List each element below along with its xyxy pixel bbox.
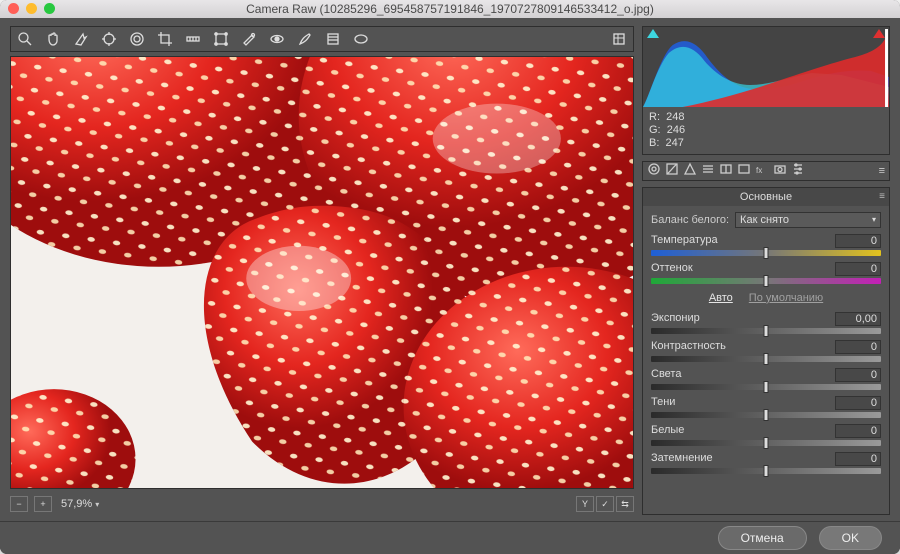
spot-removal-tool-icon[interactable]	[239, 29, 259, 49]
default-link[interactable]: По умолчанию	[749, 292, 823, 304]
basic-panel: Основные ≡ Баланс белого: Как снято ▾ Те…	[642, 187, 890, 515]
tab-presets-icon[interactable]	[791, 162, 805, 179]
radial-filter-icon[interactable]	[351, 29, 371, 49]
white-balance-tool-icon[interactable]	[71, 29, 91, 49]
minimize-icon[interactable]	[26, 3, 37, 14]
white-balance-row: Баланс белого: Как снято ▾	[651, 212, 881, 228]
zoom-level-dropdown[interactable]: 57,9% ▾	[58, 498, 102, 510]
temperature-slider[interactable]: Температура0	[651, 234, 881, 256]
ok-button[interactable]: OK	[819, 526, 882, 550]
cancel-button[interactable]: Отмена	[718, 526, 807, 550]
panel-tabs-menu-icon[interactable]: ≡	[879, 165, 885, 177]
zoom-out-button[interactable]: −	[10, 496, 28, 512]
redeye-tool-icon[interactable]	[267, 29, 287, 49]
bottom-bar: − + 57,9% ▾ Y ✓ ⇆	[10, 493, 634, 515]
toolbar	[10, 26, 634, 52]
histogram[interactable]	[643, 27, 889, 107]
preview-checkmark-button[interactable]: ✓	[596, 496, 614, 512]
graduated-filter-icon[interactable]	[323, 29, 343, 49]
rgb-readout: R: 248 G: 246 B: 247	[643, 107, 889, 154]
exposure-slider[interactable]: Экспонир0,00	[651, 312, 881, 334]
highlights-slider[interactable]: Света0	[651, 368, 881, 390]
color-sampler-tool-icon[interactable]	[99, 29, 119, 49]
white-balance-select[interactable]: Как снято ▾	[735, 212, 881, 228]
tab-lens-icon[interactable]	[737, 162, 751, 179]
tint-slider[interactable]: Оттенок0	[651, 262, 881, 284]
adjustment-brush-icon[interactable]	[295, 29, 315, 49]
footer: Отмена OK	[0, 521, 900, 554]
shadows-slider[interactable]: Тени0	[651, 396, 881, 418]
auto-link[interactable]: Авто	[709, 292, 733, 304]
close-icon[interactable]	[8, 3, 19, 14]
crop-tool-icon[interactable]	[155, 29, 175, 49]
panel-title-label: Основные	[740, 191, 792, 203]
tab-curve-icon[interactable]	[665, 162, 679, 179]
preview-swap-button[interactable]: ⇆	[616, 496, 634, 512]
tab-camera-icon[interactable]	[773, 162, 787, 179]
zoom-in-button[interactable]: +	[34, 496, 52, 512]
tab-split-icon[interactable]	[719, 162, 733, 179]
chevron-down-icon: ▾	[95, 500, 99, 509]
titlebar[interactable]: Camera Raw (10285296_695458757191846_197…	[0, 0, 900, 18]
highlight-clipping-icon[interactable]	[873, 29, 885, 38]
shadow-clipping-icon[interactable]	[647, 29, 659, 38]
contrast-slider[interactable]: Контрастность0	[651, 340, 881, 362]
panel-menu-icon[interactable]: ≡	[879, 191, 885, 202]
image-preview[interactable]	[10, 56, 634, 489]
preferences-icon[interactable]	[609, 29, 629, 49]
hand-tool-icon[interactable]	[43, 29, 63, 49]
white-balance-label: Баланс белого:	[651, 214, 729, 226]
straighten-tool-icon[interactable]	[183, 29, 203, 49]
tab-fx-icon[interactable]: fx	[755, 162, 769, 179]
preview-y-button[interactable]: Y	[576, 496, 594, 512]
window-title: Camera Raw (10285296_695458757191846_197…	[0, 2, 900, 16]
targeted-adjust-tool-icon[interactable]	[127, 29, 147, 49]
blacks-slider[interactable]: Затемнение0	[651, 452, 881, 474]
transform-tool-icon[interactable]	[211, 29, 231, 49]
camera-raw-window: Camera Raw (10285296_695458757191846_197…	[0, 0, 900, 554]
svg-text:fx: fx	[756, 166, 762, 175]
histogram-block: R: 248 G: 246 B: 247	[642, 26, 890, 155]
chevron-down-icon: ▾	[872, 215, 876, 224]
zoom-value: 57,9%	[61, 498, 92, 510]
tab-basic-icon[interactable]	[647, 162, 661, 179]
traffic-lights	[8, 3, 55, 14]
panel-tabs: fx ≡	[642, 161, 890, 181]
tab-detail-icon[interactable]	[683, 162, 697, 179]
whites-slider[interactable]: Белые0	[651, 424, 881, 446]
zoom-icon[interactable]	[44, 3, 55, 14]
zoom-tool-icon[interactable]	[15, 29, 35, 49]
tab-hsl-icon[interactable]	[701, 162, 715, 179]
